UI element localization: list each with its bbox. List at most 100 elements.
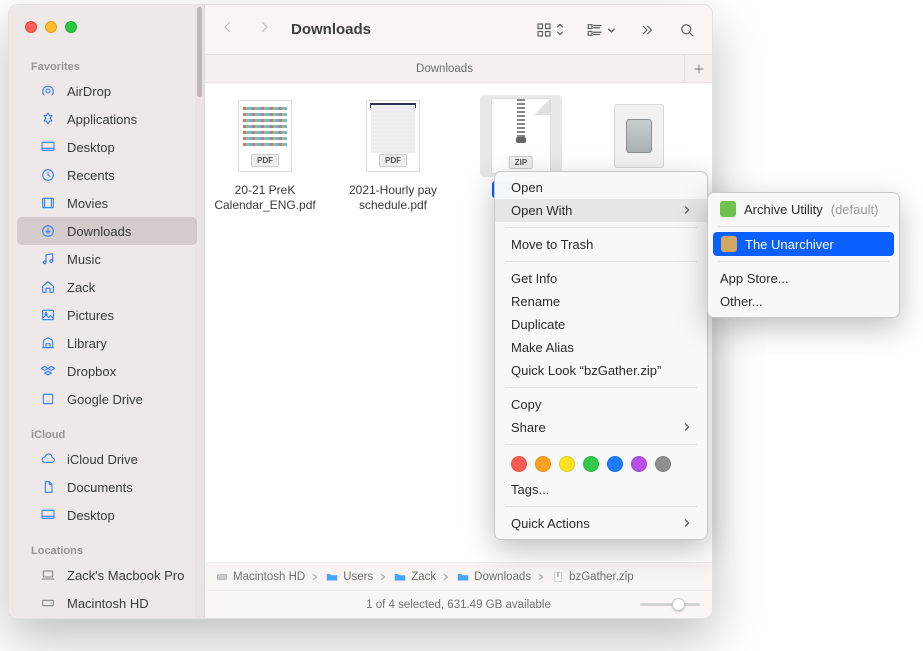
laptop-icon (39, 566, 57, 584)
sidebar-item-movies[interactable]: Movies (17, 189, 197, 217)
desktop-icon (39, 138, 57, 156)
submenu-other[interactable]: Other... (708, 290, 899, 313)
toolbar: Downloads (205, 5, 712, 55)
sidebar-scrollbar[interactable] (195, 5, 204, 618)
icon-size-slider[interactable] (640, 603, 700, 606)
tag-blue[interactable] (607, 456, 623, 472)
file-thumbnail: PDF (352, 95, 434, 177)
new-tab-button[interactable] (684, 55, 712, 83)
archive-utility-icon (720, 201, 736, 217)
menu-tags[interactable]: Tags... (495, 478, 707, 501)
submenu-archive-utility[interactable]: Archive Utility (default) (708, 197, 899, 221)
sidebar-item-label: AirDrop (67, 84, 111, 99)
context-menu: Open Open With Move to Trash Get Info Re… (494, 171, 708, 540)
menu-quick-actions[interactable]: Quick Actions (495, 512, 707, 535)
chevron-right-icon (311, 573, 319, 581)
sidebar-item-label: Library (67, 336, 107, 351)
sidebar-item-music[interactable]: Music (17, 245, 197, 273)
tag-red[interactable] (511, 456, 527, 472)
path-segment[interactable]: Zack (393, 570, 436, 584)
sidebar-item-downloads[interactable]: Downloads (17, 217, 197, 245)
sidebar-item-macbook[interactable]: Zack's Macbook Pro (17, 561, 197, 589)
folder-icon (393, 570, 407, 584)
tag-purple[interactable] (631, 456, 647, 472)
submenu-label: Other... (720, 294, 763, 309)
sidebar-item-label: Pictures (67, 308, 114, 323)
status-bar: 1 of 4 selected, 631.49 GB available (205, 590, 712, 618)
back-button[interactable] (219, 18, 237, 41)
sidebar-item-label: Movies (67, 196, 108, 211)
sidebar-item-desktop-2[interactable]: Desktop (17, 501, 197, 529)
menu-open[interactable]: Open (495, 176, 707, 199)
menu-open-with[interactable]: Open With (495, 199, 707, 222)
menu-rename[interactable]: Rename (495, 290, 707, 313)
apps-icon (39, 110, 57, 128)
menu-duplicate[interactable]: Duplicate (495, 313, 707, 336)
forward-button[interactable] (255, 18, 273, 41)
path-segment[interactable]: Users (325, 570, 373, 584)
submenu-the-unarchiver[interactable]: The Unarchiver (713, 232, 894, 256)
menu-label: Quick Actions (511, 516, 590, 531)
sidebar-section-icloud: iCloud (9, 421, 205, 445)
zoom-window-button[interactable] (65, 21, 77, 33)
path-bar: Macintosh HD Users Zack Downloads bzGath… (205, 562, 712, 590)
slider-knob[interactable] (672, 598, 685, 611)
menu-label: Open (511, 180, 543, 195)
view-icons-button[interactable] (535, 21, 564, 39)
submenu-app-store[interactable]: App Store... (708, 267, 899, 290)
tag-yellow[interactable] (559, 456, 575, 472)
tab-downloads[interactable]: Downloads (205, 63, 684, 75)
sidebar-item-pictures[interactable]: Pictures (17, 301, 197, 329)
group-by-button[interactable] (586, 21, 616, 39)
close-window-button[interactable] (25, 21, 37, 33)
chevron-right-icon (683, 516, 691, 531)
sidebar-section-favorites: Favorites (9, 53, 205, 77)
menu-separator (718, 226, 889, 227)
file-item[interactable]: PDF 20-21 PreK Calendar_ENG.pdf (215, 95, 315, 213)
menu-separator (505, 506, 697, 507)
file-name-label: 20-21 PreK Calendar_ENG.pdf (214, 183, 315, 213)
sidebar-item-macintosh-hd[interactable]: Macintosh HD (17, 589, 197, 617)
menu-make-alias[interactable]: Make Alias (495, 336, 707, 359)
menu-move-to-trash[interactable]: Move to Trash (495, 233, 707, 256)
file-item[interactable]: PDF 2021-Hourly pay schedule.pdf (343, 95, 443, 213)
sidebar-item-documents[interactable]: Documents (17, 473, 197, 501)
sidebar-item-recents[interactable]: Recents (17, 161, 197, 189)
sidebar-item-applications[interactable]: Applications (17, 105, 197, 133)
path-segment[interactable]: Macintosh HD (215, 570, 305, 584)
sidebar-scrollbar-thumb[interactable] (197, 7, 202, 97)
menu-share[interactable]: Share (495, 416, 707, 439)
sidebar-item-googledrive[interactable]: Google Drive (17, 385, 197, 413)
menu-get-info[interactable]: Get Info (495, 267, 707, 290)
menu-copy[interactable]: Copy (495, 393, 707, 416)
menu-quick-look[interactable]: Quick Look “bzGather.zip” (495, 359, 707, 382)
tag-orange[interactable] (535, 456, 551, 472)
sidebar-item-icloud-drive[interactable]: iCloud Drive (17, 445, 197, 473)
sidebar-item-dropbox[interactable]: Dropbox (17, 357, 197, 385)
tag-green[interactable] (583, 456, 599, 472)
search-button[interactable] (678, 21, 696, 39)
path-segment[interactable]: bzGather.zip (551, 570, 634, 584)
chevron-right-icon (379, 573, 387, 581)
sidebar-item-label: Music (67, 252, 101, 267)
menu-separator (718, 261, 889, 262)
sidebar-item-airdrop[interactable]: AirDrop (17, 77, 197, 105)
menu-label: Make Alias (511, 340, 574, 355)
chevron-right-icon (683, 203, 691, 218)
path-segment[interactable]: Downloads (456, 570, 531, 584)
download-icon (39, 222, 57, 240)
chevron-right-icon (683, 420, 691, 435)
toolbar-overflow-button[interactable] (638, 21, 656, 39)
sidebar-item-home-zack[interactable]: Zack (17, 273, 197, 301)
sidebar-scroll[interactable]: Favorites AirDrop Applications Desktop R… (9, 53, 205, 618)
minimize-window-button[interactable] (45, 21, 57, 33)
path-label: Users (343, 571, 373, 583)
film-icon (39, 194, 57, 212)
menu-label: Duplicate (511, 317, 565, 332)
music-icon (39, 250, 57, 268)
sidebar-item-desktop[interactable]: Desktop (17, 133, 197, 161)
sidebar-item-label: Zack's Macbook Pro (67, 568, 184, 583)
submenu-label: App Store... (720, 271, 789, 286)
tag-gray[interactable] (655, 456, 671, 472)
sidebar-item-library[interactable]: Library (17, 329, 197, 357)
